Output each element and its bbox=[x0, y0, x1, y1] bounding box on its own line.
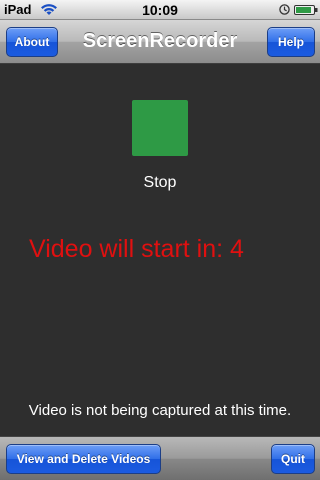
capture-status-text: Video is not being captured at this time… bbox=[28, 402, 292, 419]
battery-icon bbox=[294, 5, 318, 15]
stop-button[interactable] bbox=[132, 100, 188, 156]
bottom-toolbar: View and Delete Videos Quit bbox=[0, 436, 320, 480]
status-time: 10:09 bbox=[142, 2, 178, 18]
help-button[interactable]: Help bbox=[267, 27, 315, 57]
navigation-bar: About ScreenRecorder Help bbox=[0, 20, 320, 64]
lock-icon bbox=[279, 4, 290, 15]
view-delete-videos-button[interactable]: View and Delete Videos bbox=[6, 444, 161, 474]
quit-button[interactable]: Quit bbox=[271, 444, 315, 474]
status-bar: iPad 10:09 bbox=[0, 0, 320, 20]
stop-label: Stop bbox=[143, 174, 177, 191]
countdown-text: Video will start in: 4 bbox=[29, 235, 244, 263]
